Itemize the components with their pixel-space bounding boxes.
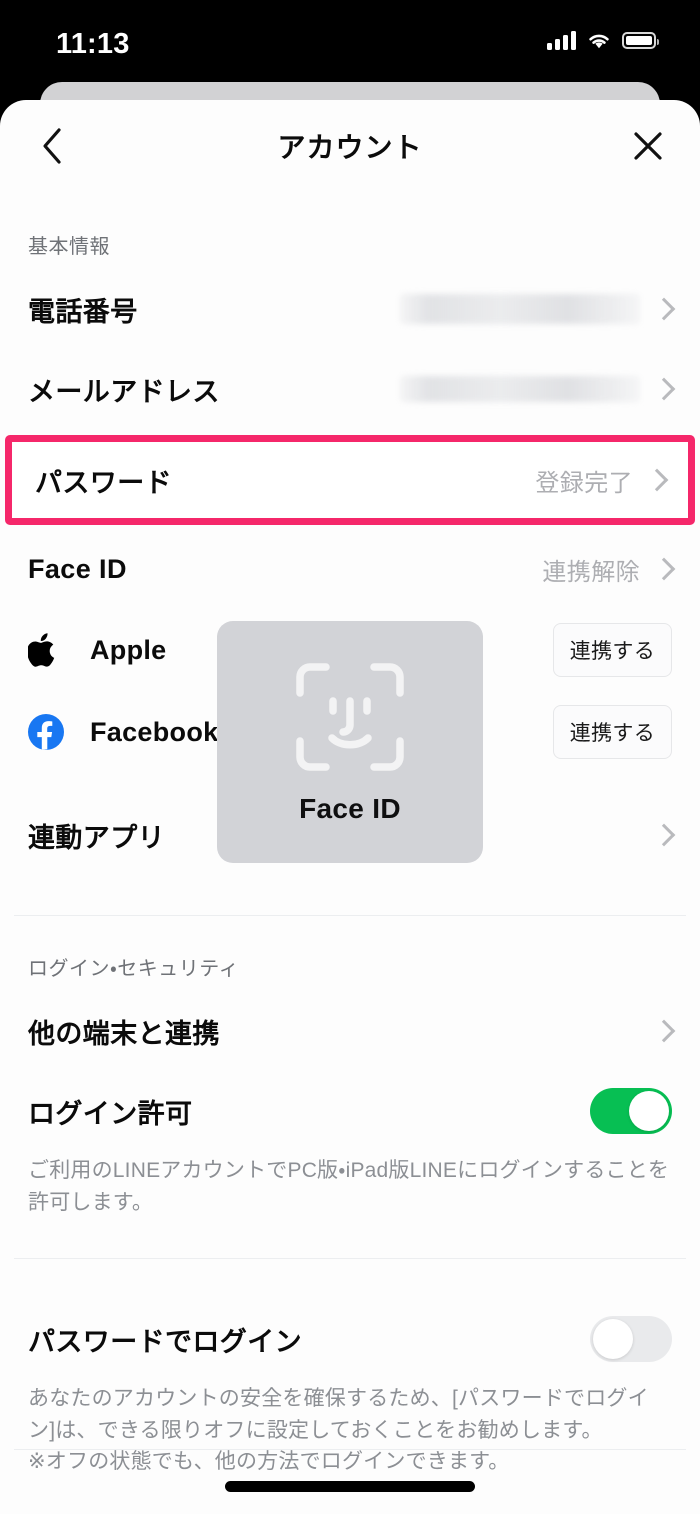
row-value-group: 登録完了	[535, 463, 669, 498]
page-title: アカウント	[277, 132, 423, 163]
row-login-with-password[interactable]: パスワードでログイン	[0, 1299, 700, 1379]
row-value-group	[400, 376, 676, 402]
face-id-overlay-card: Face ID	[217, 621, 483, 863]
allow-login-toggle[interactable]	[590, 1088, 672, 1134]
row-phone-number[interactable]: 電話番号	[0, 269, 700, 349]
status-bar: 11:13	[0, 0, 700, 92]
close-button[interactable]	[622, 120, 674, 172]
row-label: 連動アプリ	[28, 822, 165, 853]
chevron-right-icon	[652, 377, 676, 401]
face-id-scan-icon	[296, 663, 404, 771]
redacted-value	[400, 376, 640, 402]
chevron-right-icon	[652, 557, 676, 581]
row-label: Apple	[90, 634, 167, 665]
close-icon	[634, 132, 662, 160]
row-label: Face ID	[28, 553, 127, 584]
row-label: 他の端末と連携	[28, 1018, 220, 1049]
redacted-value	[400, 294, 640, 324]
battery-icon	[622, 31, 659, 49]
status-bar-time: 11:13	[56, 28, 130, 60]
link-facebook-button[interactable]: 連携する	[552, 705, 672, 759]
row-label: ログイン許可	[28, 1098, 193, 1129]
apple-logo-icon	[28, 632, 68, 668]
row-allow-login[interactable]: ログイン許可	[0, 1071, 700, 1151]
row-value-group	[652, 823, 676, 847]
toggle-knob	[593, 1319, 633, 1359]
row-value-group: 連携解除	[542, 552, 676, 587]
face-id-status-value: 連携解除	[542, 558, 640, 586]
chevron-right-icon	[652, 1019, 676, 1043]
section-label-login-security: ログイン・セキュリティ	[28, 958, 240, 980]
password-row-highlight-box: パスワード 登録完了	[5, 435, 695, 525]
face-id-card-label: Face ID	[299, 793, 401, 824]
facebook-logo-icon	[28, 714, 68, 750]
row-value-group	[400, 294, 676, 324]
phone-screen: 11:13 アカウント 基本情報 電話番号 メールアドレス パスワード 登録完了…	[0, 0, 700, 1514]
row-email-address[interactable]: メールアドレス	[0, 349, 700, 429]
row-label: パスワード	[35, 467, 172, 498]
row-label: Facebook	[90, 716, 219, 747]
row-label: 電話番号	[28, 296, 138, 327]
chevron-right-icon	[652, 297, 676, 321]
nav-header: アカウント	[0, 100, 700, 194]
row-value-group	[652, 1019, 676, 1043]
status-bar-icons	[547, 30, 659, 50]
row-label: パスワードでログイン	[28, 1326, 302, 1357]
login-with-password-toggle[interactable]	[590, 1316, 672, 1362]
row-password[interactable]: パスワード 登録完了	[12, 442, 688, 518]
chevron-right-icon	[652, 823, 676, 847]
row-face-id[interactable]: Face ID 連携解除	[0, 529, 700, 609]
row-link-other-devices[interactable]: 他の端末と連携	[0, 991, 700, 1071]
allow-login-description: ご利用のLINEアカウントでPC版・iPad版LINEにログインすることを許可し…	[28, 1159, 670, 1214]
login-with-password-description: あなたのアカウントの安全を確保するため、[パスワードでログイン]は、できる限りオ…	[28, 1387, 649, 1473]
link-apple-button[interactable]: 連携する	[552, 623, 672, 677]
toggle-knob	[629, 1091, 669, 1131]
section-label-basic-info: 基本情報	[28, 236, 110, 258]
bottom-divider	[14, 1449, 686, 1450]
home-indicator-bar[interactable]	[225, 1481, 475, 1492]
wifi-icon	[589, 34, 609, 48]
cellular-signal-icon	[547, 30, 576, 50]
password-status-value: 登録完了	[535, 469, 633, 497]
row-label: メールアドレス	[28, 376, 220, 407]
chevron-right-icon	[645, 468, 669, 492]
